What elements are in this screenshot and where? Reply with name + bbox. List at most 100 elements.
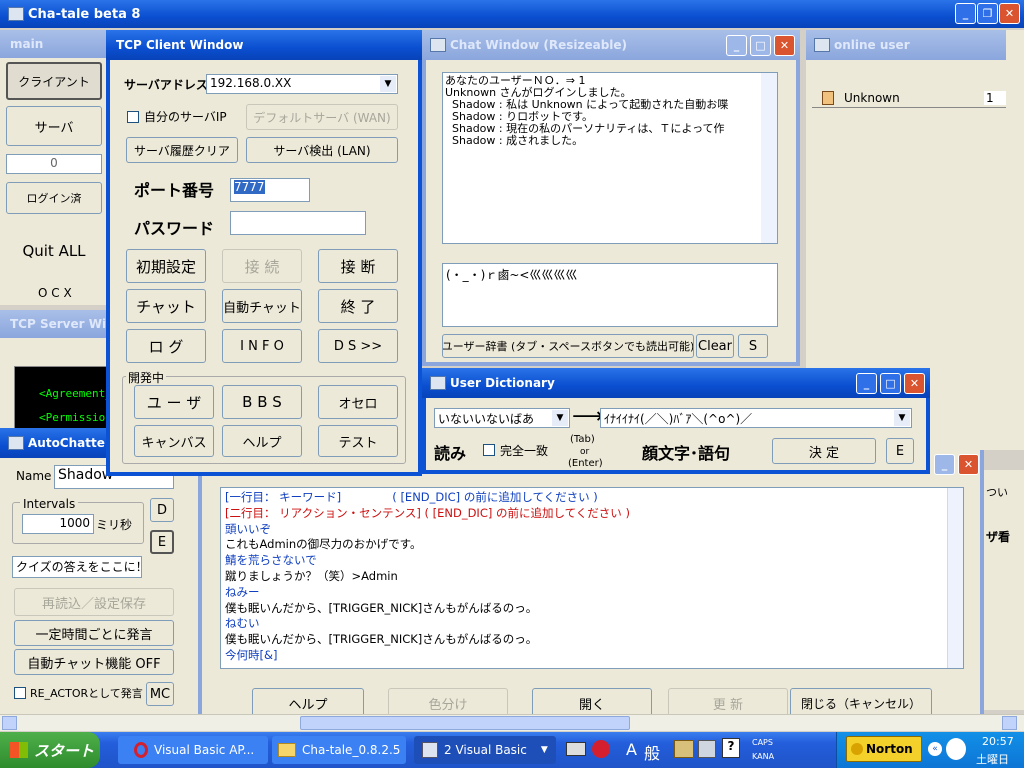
- server-window-titlebar[interactable]: TCP Server Wi: [0, 310, 110, 338]
- chat-minimize-button[interactable]: _: [726, 35, 747, 56]
- windows-logo-icon: [10, 742, 28, 758]
- tray-expand-icon[interactable]: «: [928, 742, 942, 756]
- user-button[interactable]: ユ ー ザ: [134, 385, 214, 419]
- ime-ball-icon[interactable]: [592, 740, 610, 758]
- ime-mode[interactable]: 般: [644, 740, 660, 764]
- script-line: ねむい: [225, 616, 260, 631]
- right-partial-window: [984, 470, 1024, 710]
- reading-select-value: いないいないばあ: [438, 412, 535, 426]
- user-dictionary-titlebar[interactable]: User Dictionary _ □ ✕: [422, 368, 930, 398]
- norton-button[interactable]: Norton: [846, 736, 922, 762]
- info-button[interactable]: I N F O: [222, 329, 302, 363]
- editor-scrollbar[interactable]: [947, 488, 963, 668]
- test-button[interactable]: テスト: [318, 425, 398, 457]
- clear-history-button[interactable]: サーバ履歴クリア: [126, 137, 238, 163]
- bbs-button[interactable]: B B S: [222, 385, 302, 419]
- mascot-icon[interactable]: [946, 738, 966, 760]
- help-icon[interactable]: ?: [722, 738, 740, 758]
- port-input[interactable]: 7777: [230, 178, 310, 202]
- chat-log-lines: あなたのユーザーＮＯ．⇒ 1 Unknown さんがログインしました。 Shado…: [445, 75, 728, 147]
- taskbar-item-vb[interactable]: 2 Visual Basic ▼: [414, 736, 556, 764]
- scroll-left-button[interactable]: [2, 716, 17, 730]
- online-user-list[interactable]: Unknown 1: [812, 90, 1006, 108]
- exit-button[interactable]: 終 了: [318, 289, 398, 323]
- reading-select[interactable]: いないいないばあ ▼: [434, 408, 570, 428]
- toolbox-icon[interactable]: [698, 740, 716, 758]
- chat-log-scrollbar[interactable]: [761, 73, 777, 243]
- tcp-client-titlebar[interactable]: TCP Client Window: [106, 30, 422, 60]
- d-button[interactable]: D: [150, 498, 174, 522]
- script-line: [二行目： リアクション・センテンス] ( [END_DIC] の前に追加してく…: [225, 505, 630, 520]
- othello-button[interactable]: オセロ: [318, 385, 398, 419]
- opera-icon: [134, 742, 148, 758]
- ocx-label: O C X: [38, 286, 72, 300]
- restore-button[interactable]: ❐: [977, 3, 998, 24]
- log-button[interactable]: ロ グ: [126, 329, 206, 363]
- quit-all-button[interactable]: Quit ALL: [6, 232, 102, 270]
- enter-hint: (Enter): [568, 458, 603, 469]
- chat-button[interactable]: チャット: [126, 289, 206, 323]
- main-titlebar[interactable]: Cha-tale beta 8 _ ❐ ✕: [0, 0, 1024, 28]
- main-hscrollbar[interactable]: [0, 714, 1024, 731]
- dict-e-button[interactable]: E: [886, 438, 914, 464]
- scroll-right-button[interactable]: [1002, 716, 1017, 730]
- ime-a[interactable]: A: [626, 740, 637, 759]
- autochatter-title: AutoChatte: [28, 436, 105, 450]
- script-line: 僕も眠いんだから、[TRIGGER_NICK]さんもがんばるのっ。: [225, 600, 538, 615]
- dictionary-script-text[interactable]: [一行目： キーワード] ( [END_DIC] の前に追加してください ) [二…: [220, 487, 964, 669]
- taskbar-item-vb-ap[interactable]: Visual Basic AP...: [118, 736, 268, 764]
- default-server-button[interactable]: デフォルトサーバ (WAN): [246, 104, 398, 130]
- editor-minimize-button[interactable]: _: [934, 454, 955, 475]
- ds-button[interactable]: D S >>: [318, 329, 398, 363]
- password-input[interactable]: [230, 211, 366, 235]
- user-dictionary-button[interactable]: ユーザー辞書 (タブ・スペースボタンでも読出可能): [442, 334, 694, 358]
- decide-button[interactable]: 決 定: [772, 438, 876, 464]
- intervals-input[interactable]: 1000: [22, 514, 94, 534]
- chat-input[interactable]: (・_・)ｒ鹵~<巛巛巛巛: [442, 263, 778, 327]
- clock-day: 土曜日: [976, 753, 1009, 766]
- login-button[interactable]: ログイン済: [6, 182, 102, 214]
- server-button[interactable]: サーバ: [6, 106, 102, 146]
- server-address-select[interactable]: 192.168.0.XX ▼: [206, 74, 398, 94]
- autochat-button[interactable]: 自動チャット: [222, 289, 302, 323]
- own-ip-checkbox[interactable]: [127, 111, 139, 123]
- help-button[interactable]: ヘルプ: [222, 425, 302, 457]
- dict-minimize-button[interactable]: _: [856, 373, 877, 394]
- phrase-select[interactable]: ｲﾅｲｲﾅｲ(／＼)ﾊﾞｱ＼(^o^)／ ▼: [600, 408, 912, 428]
- close-button[interactable]: ✕: [999, 3, 1020, 24]
- keyboard-icon[interactable]: [566, 742, 586, 756]
- chat-maximize-button[interactable]: □: [750, 35, 771, 56]
- init-settings-button[interactable]: 初期設定: [126, 249, 206, 283]
- dict-close-button[interactable]: ✕: [904, 373, 925, 394]
- chat-clear-button[interactable]: Clear: [696, 334, 734, 358]
- e-button[interactable]: E: [150, 530, 174, 554]
- connect-button[interactable]: 接 続: [222, 249, 302, 283]
- ms-label: ミリ秒: [96, 518, 133, 532]
- minimize-button[interactable]: _: [955, 3, 976, 24]
- disconnect-button[interactable]: 接 断: [318, 249, 398, 283]
- taskbar-item-folder[interactable]: Cha-tale_0.8.2.5: [272, 736, 406, 764]
- dict-maximize-button[interactable]: □: [880, 373, 901, 394]
- server-window-title: TCP Server Wi: [10, 317, 107, 331]
- periodic-post-button[interactable]: 一定時間ごとに発言: [14, 620, 174, 646]
- script-line: 蹴りましょうか？（笑）>Admin: [225, 568, 398, 583]
- reload-save-button[interactable]: 再読込／設定保存: [14, 588, 174, 616]
- chat-log[interactable]: あなたのユーザーＮＯ．⇒ 1 Unknown さんがログインしました。 Shado…: [442, 72, 778, 244]
- scroll-thumb[interactable]: [300, 716, 630, 730]
- start-label: スタート: [34, 741, 95, 760]
- chat-window-titlebar[interactable]: Chat Window (Resizeable) _ □ ✕: [422, 30, 800, 60]
- autochat-toggle-button[interactable]: 自動チャット機能 OFF: [14, 649, 174, 675]
- mc-button[interactable]: MC: [146, 682, 174, 706]
- dictionary-tool-icon[interactable]: [674, 740, 694, 758]
- editor-close-button[interactable]: ✕: [958, 454, 979, 475]
- chat-s-button[interactable]: S: [738, 334, 768, 358]
- start-button[interactable]: スタート: [0, 732, 100, 768]
- online-user-titlebar[interactable]: online user: [806, 30, 1006, 60]
- reactor-checkbox[interactable]: [14, 687, 26, 699]
- chat-close-button[interactable]: ✕: [774, 35, 795, 56]
- detect-server-button[interactable]: サーバ検出 (LAN): [246, 137, 398, 163]
- exact-match-checkbox[interactable]: [483, 444, 495, 456]
- client-button[interactable]: クライアント: [6, 62, 102, 100]
- quiz-answer-input[interactable]: クイズの答えをここに！: [12, 556, 142, 578]
- canvas-button[interactable]: キャンバス: [134, 425, 214, 457]
